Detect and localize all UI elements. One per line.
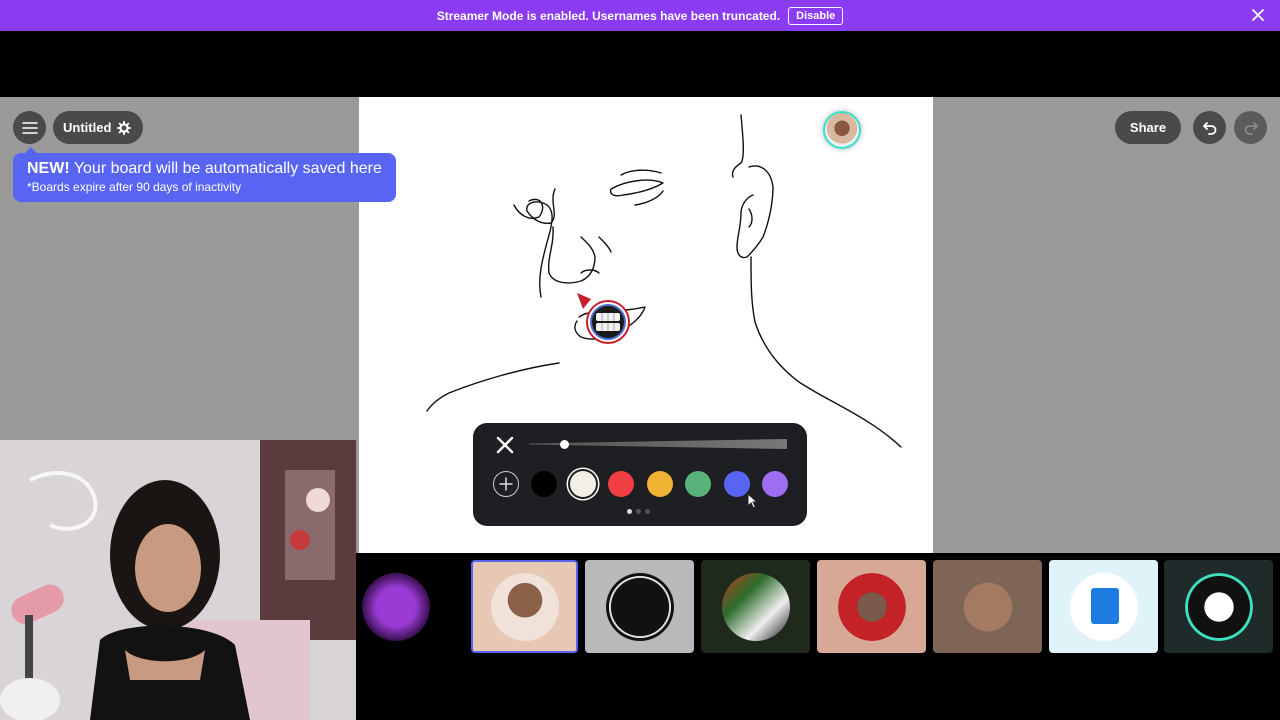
color-swatch[interactable]	[762, 471, 788, 497]
man-portrait-sticker[interactable]	[471, 560, 578, 653]
red-hood-sticker[interactable]	[817, 560, 926, 653]
page-dot[interactable]	[645, 509, 650, 514]
placed-teeth-sticker	[586, 300, 630, 344]
gear-icon	[117, 120, 132, 135]
add-color-button[interactable]	[493, 471, 519, 497]
color-swatch[interactable]	[531, 471, 557, 497]
disable-streamer-mode-button[interactable]: Disable	[788, 6, 844, 25]
color-palette	[473, 423, 807, 526]
sticker-image	[1184, 572, 1253, 641]
plus-icon	[499, 477, 513, 491]
teddy-bears-sticker[interactable]	[933, 560, 1042, 653]
color-swatch[interactable]	[723, 471, 750, 497]
menu-button[interactable]	[13, 111, 46, 144]
redo-button[interactable]	[1234, 111, 1267, 144]
sticker-picker-strip	[356, 553, 1280, 661]
streamer-webcam	[0, 440, 356, 720]
board-title: Untitled	[63, 120, 112, 135]
page-dot[interactable]	[627, 509, 632, 514]
app-root: Streamer Mode is enabled. Usernames have…	[0, 0, 1280, 720]
palette-page-dots	[627, 509, 650, 514]
close-icon[interactable]	[1250, 7, 1266, 23]
undo-button[interactable]	[1193, 111, 1226, 144]
purple-cat-sticker[interactable]	[356, 560, 436, 653]
tooltip-new-badge: NEW!	[27, 160, 70, 177]
tooltip-headline-text: Your board will be automatically saved h…	[69, 160, 382, 177]
sticker-image	[721, 572, 790, 641]
sound-document-sticker[interactable]	[1049, 560, 1158, 653]
streamer-mode-banner: Streamer Mode is enabled. Usernames have…	[0, 0, 1280, 31]
page-dot[interactable]	[636, 509, 641, 514]
tooltip-subtext: *Boards expire after 90 days of inactivi…	[27, 180, 242, 194]
sticker-image	[490, 572, 559, 641]
brush-size-slider-thumb[interactable]	[560, 440, 569, 449]
close-icon[interactable]	[493, 433, 517, 457]
hamburger-menu-icon	[21, 121, 38, 134]
sticker-image	[605, 572, 674, 641]
color-swatch[interactable]	[685, 471, 711, 497]
sticker-image	[362, 572, 430, 641]
autosave-tooltip: NEW! Your board will be automatically sa…	[13, 147, 396, 202]
undo-icon	[1202, 121, 1216, 135]
document-icon	[1091, 588, 1119, 624]
share-button[interactable]: Share	[1115, 111, 1181, 144]
color-swatch[interactable]	[608, 471, 634, 497]
color-swatch[interactable]	[569, 471, 596, 497]
redo-icon	[1244, 121, 1258, 135]
collaborator-avatar[interactable]	[823, 111, 861, 149]
tooltip-headline: NEW! Your board will be automatically sa…	[27, 159, 382, 179]
sticker-image	[953, 572, 1022, 641]
ok-logo-sticker[interactable]	[585, 560, 694, 653]
sticker-image	[837, 572, 906, 641]
board-title-button[interactable]: Untitled	[53, 111, 144, 144]
webcam-video-frame	[0, 440, 356, 720]
teeth-mouth-sticker[interactable]	[1164, 560, 1273, 653]
manga-zuzun-sticker[interactable]	[701, 560, 810, 653]
color-swatch[interactable]	[646, 471, 673, 497]
mouse-cursor-icon	[747, 493, 759, 509]
banner-message: Streamer Mode is enabled. Usernames have…	[436, 8, 781, 23]
